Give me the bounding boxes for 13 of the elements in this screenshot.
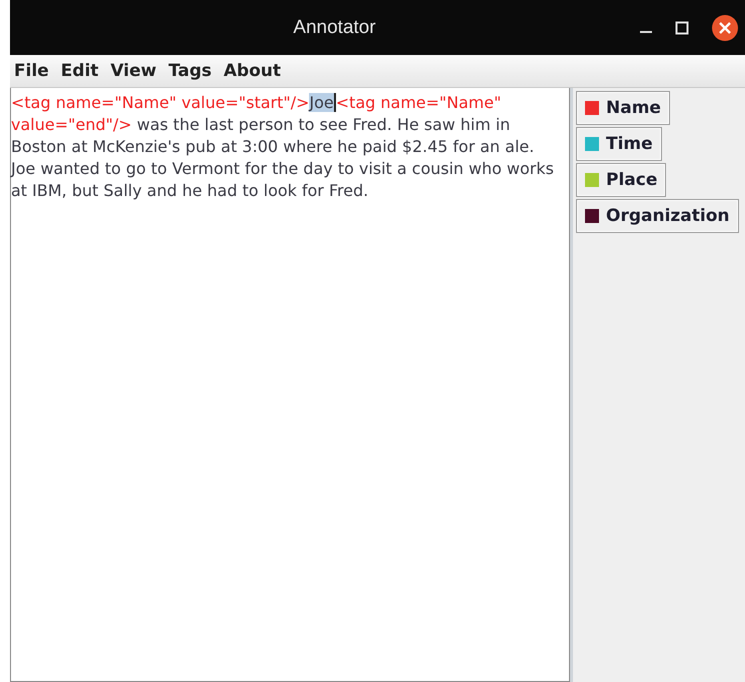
tag-button[interactable]: Name (576, 91, 670, 125)
menu-item[interactable]: About (222, 61, 287, 81)
menu-item[interactable]: Edit (58, 61, 105, 81)
document-text: <tag name="Name" value="start"/>Joe<tag name="Name" value="end"/> was the last person to see Fred. He saw him in Boston at McKenzie's pub at 3:00 where he paid $2.45 for an ale. Joe wanted to go to Vermont for the day to visit a cousin who works at IBM, but Sally and he had to look for Fred. (11, 92, 555, 202)
menu-item[interactable]: File (12, 61, 55, 81)
close-icon[interactable] (711, 14, 739, 42)
menu-item[interactable]: View (108, 61, 162, 81)
maximize-icon[interactable] (675, 20, 689, 34)
tag-button[interactable]: Organization (576, 199, 739, 233)
tag-button[interactable]: Place (576, 163, 666, 197)
tag-button[interactable]: Time (576, 127, 662, 161)
window-title: Annotator (292, 16, 377, 38)
menu-item[interactable]: Tags (166, 61, 218, 81)
